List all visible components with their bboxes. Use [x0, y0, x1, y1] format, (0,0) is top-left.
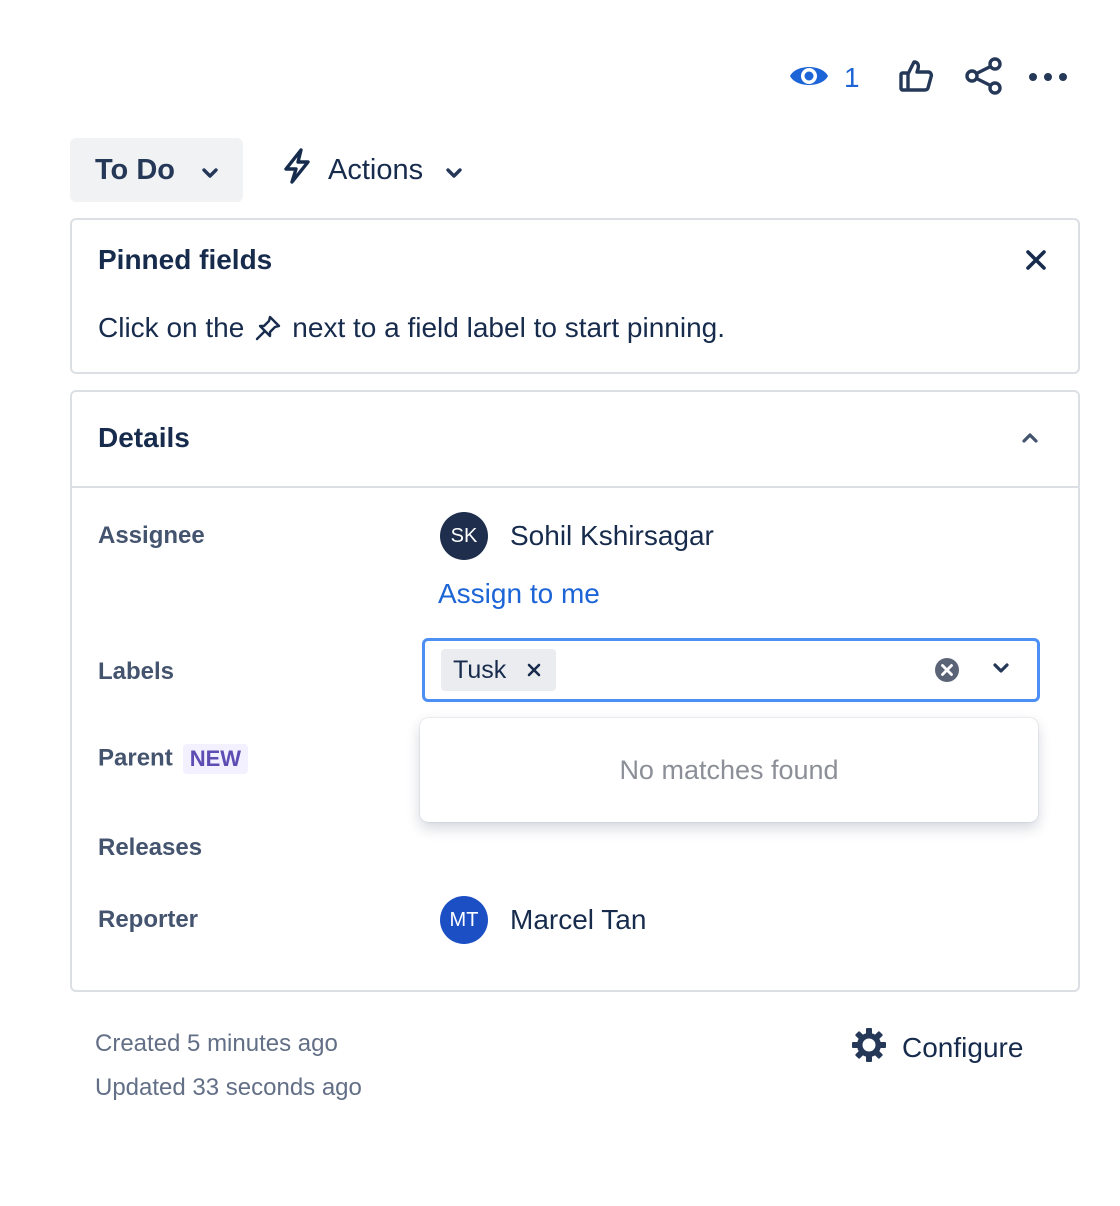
- like-button[interactable]: [896, 58, 936, 98]
- parent-label: Parent NEW: [98, 744, 249, 774]
- details-panel: Details Assignee SK Sohil Kshirsagar Ass…: [70, 390, 1080, 992]
- watch-button[interactable]: 1: [788, 58, 860, 98]
- configure-label: Configure: [902, 1032, 1024, 1063]
- lightning-icon: [282, 148, 312, 192]
- close-icon: [1025, 249, 1047, 276]
- clear-labels-button[interactable]: [933, 656, 961, 684]
- assignee-label: Assignee: [98, 522, 205, 549]
- pinned-message-end: next to a field label to start pinning.: [292, 312, 726, 343]
- chevron-up-icon: [1021, 431, 1039, 449]
- details-header[interactable]: Details: [72, 392, 1078, 488]
- more-horizontal-icon: [1028, 69, 1068, 87]
- pin-icon: [254, 314, 282, 342]
- updated-timestamp: Updated 33 seconds ago: [95, 1074, 362, 1101]
- reporter-name: Marcel Tan: [510, 904, 647, 935]
- new-badge: NEW: [182, 744, 249, 774]
- releases-label: Releases: [98, 834, 203, 861]
- pinned-fields-panel: Pinned fields Click on the next to a fie…: [70, 218, 1080, 374]
- pinned-message-start: Click on the: [98, 312, 245, 343]
- remove-label-button[interactable]: [524, 660, 544, 680]
- chevron-down-icon: [201, 154, 219, 187]
- created-timestamp: Created 5 minutes ago: [95, 1030, 338, 1057]
- parent-label-text: Parent: [98, 744, 173, 772]
- share-icon: [964, 56, 1004, 101]
- pinned-close-button[interactable]: [1018, 244, 1054, 280]
- gear-icon: [850, 1026, 888, 1071]
- assign-to-me-link[interactable]: Assign to me: [438, 578, 600, 610]
- labels-dropdown-button[interactable]: [987, 656, 1015, 684]
- issue-toolbar: 1: [0, 50, 1120, 110]
- thumbs-up-icon: [897, 57, 935, 100]
- actions-label: Actions: [328, 153, 424, 186]
- avatar: SK: [440, 512, 488, 560]
- avatar: MT: [440, 896, 488, 944]
- label-tag: Tusk: [441, 649, 557, 691]
- assignee-value[interactable]: SK Sohil Kshirsagar: [440, 512, 714, 560]
- labels-label: Labels: [98, 658, 175, 685]
- assignee-name: Sohil Kshirsagar: [510, 520, 714, 551]
- status-dropdown[interactable]: To Do: [70, 138, 243, 202]
- more-button[interactable]: [1028, 58, 1068, 98]
- reporter-label: Reporter: [98, 906, 199, 933]
- chevron-down-icon: [445, 154, 463, 187]
- reporter-value[interactable]: MT Marcel Tan: [440, 896, 646, 944]
- pinned-fields-title: Pinned fields: [98, 244, 273, 275]
- label-tag-text: Tusk: [453, 655, 507, 684]
- no-matches-message: No matches found: [619, 754, 839, 785]
- configure-button[interactable]: Configure: [850, 1026, 1024, 1071]
- watch-count: 1: [844, 62, 860, 93]
- labels-dropdown-menu: No matches found: [420, 718, 1038, 822]
- clear-circle-icon: [933, 658, 961, 688]
- chevron-down-icon: [992, 661, 1010, 679]
- details-collapse-button[interactable]: [1012, 422, 1048, 458]
- labels-select[interactable]: Tusk: [422, 638, 1040, 702]
- status-label: To Do: [95, 153, 175, 186]
- pinned-fields-message: Click on the next to a field label to st…: [98, 312, 725, 344]
- actions-dropdown[interactable]: Actions: [282, 140, 463, 200]
- eye-icon: [788, 60, 830, 97]
- share-button[interactable]: [964, 56, 1004, 101]
- details-title: Details: [98, 422, 190, 453]
